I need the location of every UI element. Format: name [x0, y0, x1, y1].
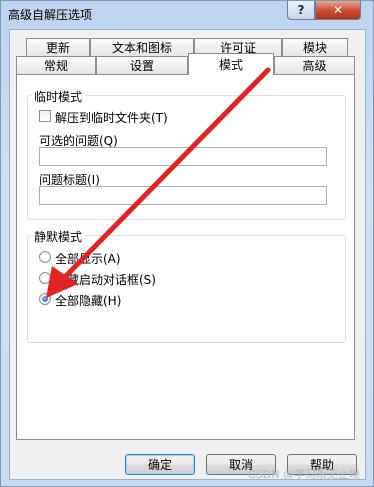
ok-button[interactable]: 确定 [125, 454, 195, 475]
dialog-window: 高级自解压选项 ? ✕ 更新 文本和图标 许可证 模块 常规 设置 模式 高级 … [0, 0, 374, 487]
tab-module[interactable]: 模块 [282, 38, 348, 56]
radio-show-all-label: 全部显示(A) [55, 252, 121, 266]
radio-hide-start-dialog-label: 隐藏启动对话框(S) [55, 273, 156, 287]
tab-general[interactable]: 常规 [16, 56, 96, 74]
tab-mode[interactable]: 模式 [188, 53, 274, 75]
tab-settings[interactable]: 设置 [96, 56, 188, 74]
radio-hide-all-label: 全部隐藏(H) [55, 294, 122, 308]
radio-show-all[interactable] [39, 251, 51, 263]
tab-advanced[interactable]: 高级 [274, 56, 355, 74]
radio-hide-start-dialog[interactable] [39, 272, 51, 284]
title-bar[interactable]: 高级自解压选项 ? ✕ [1, 1, 373, 27]
question-title-input[interactable] [39, 186, 327, 205]
tab-panel-mode: 临时模式 解压到临时文件夹(T) 可选的问题(Q) 问题标题(I) 静默模式 全… [16, 74, 355, 440]
window-title: 高级自解压选项 [8, 8, 93, 22]
close-button[interactable]: ✕ [315, 1, 361, 20]
tab-update[interactable]: 更新 [26, 38, 90, 56]
unpack-to-temp-label: 解压到临时文件夹(T) [55, 111, 168, 125]
watermark: CSDN @学习永无止境 [248, 468, 360, 481]
temp-mode-title: 临时模式 [31, 88, 86, 105]
silent-mode-title: 静默模式 [31, 228, 86, 245]
optional-question-input[interactable] [39, 147, 327, 166]
unpack-to-temp-checkbox[interactable] [39, 110, 51, 122]
dialog-client: 更新 文本和图标 许可证 模块 常规 设置 模式 高级 临时模式 解压到临时文件… [9, 29, 366, 480]
tab-text-and-icon[interactable]: 文本和图标 [90, 38, 194, 56]
radio-hide-all[interactable] [39, 293, 51, 305]
title-help-button[interactable]: ? [287, 1, 315, 20]
